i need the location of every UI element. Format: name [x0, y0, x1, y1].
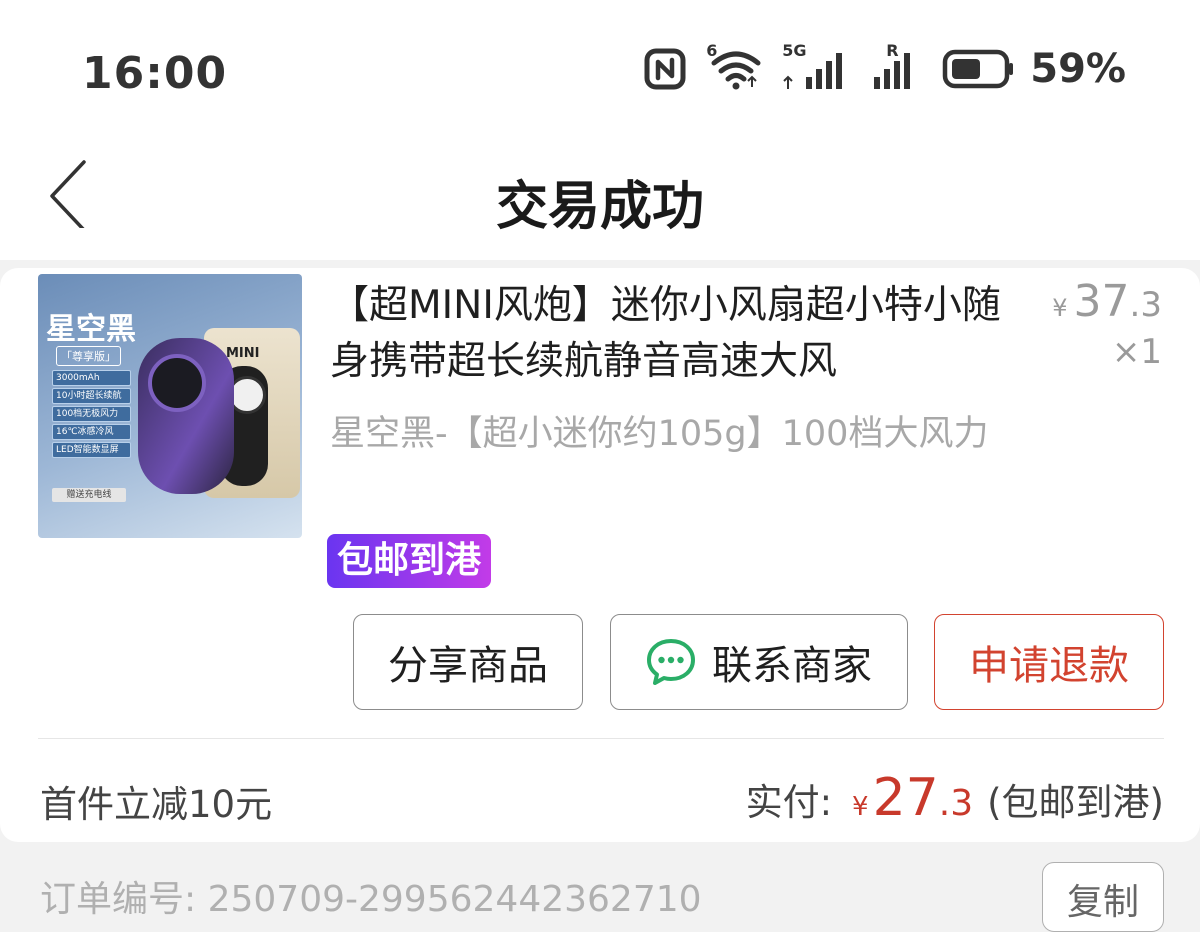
- paid-amount-row: 实付: ¥27.3 (包邮到港): [746, 768, 1164, 828]
- contact-seller-button[interactable]: 联系商家: [610, 614, 908, 710]
- request-refund-label: 申请退款: [969, 643, 1129, 689]
- status-time: 16:00: [82, 48, 228, 99]
- discount-text: 首件立减10元: [40, 783, 273, 826]
- copy-button[interactable]: 复制: [1042, 862, 1164, 932]
- order-number: 订单编号: 250709-299562442362710: [40, 879, 702, 920]
- image-brand-text: 星空黑: [46, 312, 136, 347]
- paid-amount: ¥27.3: [852, 768, 973, 828]
- image-edition-text: 「尊享版」: [56, 346, 121, 366]
- product-title[interactable]: 【超MINI风炮】迷你小风扇超小特小随身携带超长续航静音高速大风: [330, 278, 1020, 390]
- status-icons: 6 5G R 59%: [644, 41, 1126, 92]
- share-product-label: 分享商品: [388, 643, 548, 689]
- image-box-label: MINI: [226, 346, 260, 361]
- cellular-5g-icon: 5G: [782, 41, 852, 91]
- order-number-row: 订单编号: 250709-299562442362710 复制: [0, 852, 1200, 932]
- page-title: 交易成功: [495, 177, 704, 237]
- order-card: 星空黑 「尊享版」 3000mAh 10小时超长续航 100档无极风力 16℃冰…: [0, 268, 1200, 842]
- paid-int: 27: [872, 768, 939, 828]
- request-refund-button[interactable]: 申请退款: [934, 614, 1164, 710]
- image-feature: 100档无极风力: [52, 406, 131, 422]
- divider: [38, 738, 1164, 739]
- contact-seller-label: 联系商家: [712, 643, 872, 689]
- copy-label: 复制: [1066, 882, 1139, 923]
- paid-currency: ¥: [852, 792, 869, 822]
- battery-icon: [943, 49, 1014, 89]
- quantity: ×1: [1111, 332, 1162, 372]
- unit-price-currency: ¥: [1052, 294, 1068, 322]
- image-feature: LED智能数显屏: [52, 442, 131, 458]
- cell2-label: R: [886, 41, 899, 60]
- paid-label: 实付:: [745, 781, 833, 824]
- cellular-icon: R: [872, 41, 922, 91]
- wifi-label: 6: [706, 41, 718, 60]
- unit-price-dec: .3: [1129, 285, 1162, 325]
- image-feature: 16℃冰感冷风: [52, 424, 131, 440]
- unit-price: ¥37.3: [1052, 276, 1162, 327]
- battery-percent: 59%: [1030, 46, 1126, 92]
- wechat-chat-icon: [647, 639, 695, 685]
- cell1-label: 5G: [782, 41, 807, 60]
- image-feature: 10小时超长续航: [52, 388, 131, 404]
- product-spec: 星空黑-【超小迷你约105g】100档大风力: [330, 414, 989, 454]
- image-cable-text: 赠送充电线: [52, 488, 126, 502]
- title-bar: 交易成功: [0, 140, 1200, 260]
- shipping-badge: 包邮到港: [327, 534, 492, 588]
- paid-dec: .3: [938, 783, 974, 824]
- nfc-icon: [644, 48, 686, 90]
- unit-price-int: 37: [1073, 276, 1130, 327]
- paid-note: (包邮到港): [987, 781, 1164, 824]
- fan-purple-head: [148, 354, 206, 412]
- share-product-button[interactable]: 分享商品: [353, 614, 583, 710]
- status-bar: 16:00 6 5G R 59%: [0, 0, 1200, 140]
- wifi-icon: 6: [706, 41, 762, 91]
- product-image[interactable]: 星空黑 「尊享版」 3000mAh 10小时超长续航 100档无极风力 16℃冰…: [38, 274, 302, 538]
- image-feature: 3000mAh: [52, 370, 131, 386]
